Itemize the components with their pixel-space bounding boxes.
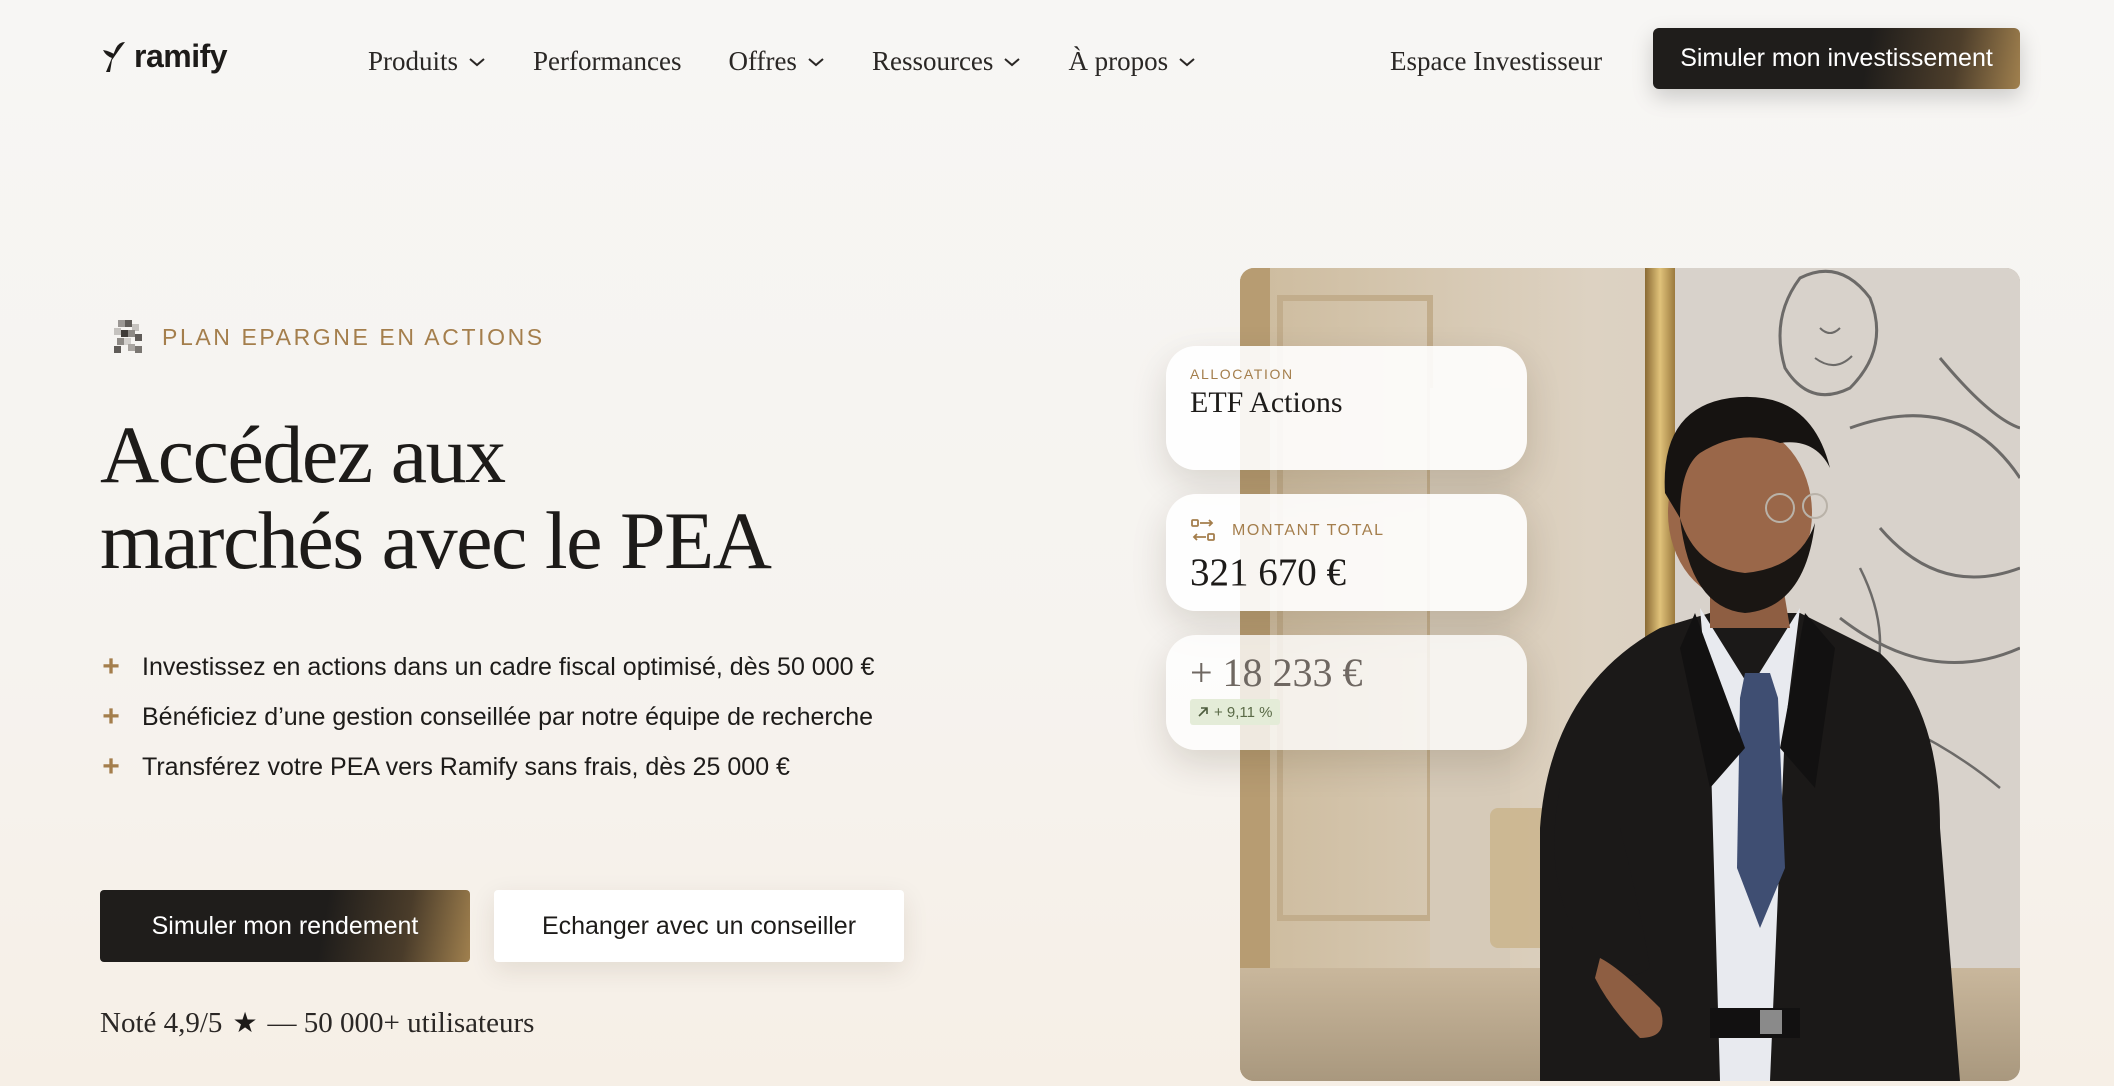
- plus-icon: +: [102, 750, 120, 783]
- benefit-text: Transférez votre PEA vers Ramify sans fr…: [142, 752, 790, 781]
- allocation-card: ALLOCATION ETF Actions: [1166, 346, 1527, 470]
- rating-score: Noté 4,9/5: [100, 1006, 223, 1039]
- allocation-label: ALLOCATION: [1190, 366, 1294, 382]
- menu-item-produits[interactable]: Produits: [368, 46, 486, 77]
- total-value: 321 670 €: [1190, 551, 1346, 594]
- plus-icon: +: [102, 650, 120, 683]
- gain-badge: + 9,11 %: [1190, 699, 1280, 725]
- menu-item-label: Offres: [728, 46, 797, 76]
- logo-text: ramify: [134, 38, 228, 74]
- transfer-icon: [1191, 519, 1215, 541]
- total-label: MONTANT TOTAL: [1232, 522, 1385, 539]
- list-item: + Investissez en actions dans un cadre f…: [100, 642, 874, 692]
- menu-item-a-propos[interactable]: À propos: [1068, 46, 1196, 77]
- menu-item-label: À propos: [1068, 46, 1169, 76]
- montant-total-card: MONTANT TOTAL 321 670 €: [1166, 494, 1527, 611]
- espace-investisseur-link[interactable]: Espace Investisseur: [1390, 46, 1602, 77]
- arrow-up-right-icon: [1198, 707, 1208, 717]
- hero-eyebrow: PLAN EPARGNE EN ACTIONS: [110, 318, 545, 356]
- list-item: + Transférez votre PEA vers Ramify sans …: [100, 742, 874, 792]
- simuler-rendement-button[interactable]: Simuler mon rendement: [100, 890, 470, 962]
- rating-users: — 50 000+ utilisateurs: [267, 1006, 535, 1039]
- chevron-down-icon: [469, 57, 485, 66]
- menu-item-label: Ressources: [871, 46, 994, 76]
- benefits-list: + Investissez en actions dans un cadre f…: [100, 642, 874, 792]
- pea-pixel-icon: [114, 320, 142, 353]
- top-navigation: ramify Produits Performances Offres Ress…: [0, 0, 2114, 130]
- chevron-down-icon: [1004, 57, 1021, 66]
- echanger-conseiller-button[interactable]: Echanger avec un conseiller: [494, 890, 904, 962]
- list-item: + Bénéficiez d’une gestion conseillée pa…: [100, 692, 874, 742]
- menu-item-label: Performances: [533, 46, 682, 76]
- headline-line-2: marchés avec le PEA: [100, 495, 772, 586]
- rating: Noté 4,9/5 ★ — 50 000+ utilisateurs: [100, 1006, 534, 1040]
- eyebrow-text: PLAN EPARGNE EN ACTIONS: [162, 323, 545, 350]
- menu-item-ressources[interactable]: Ressources: [872, 46, 1021, 77]
- gain-card: + 18 233 € + 9,11 %: [1166, 635, 1527, 750]
- benefit-text: Bénéficiez d’une gestion conseillée par …: [142, 702, 874, 731]
- menu-item-performances[interactable]: Performances: [533, 46, 681, 77]
- main-menu: Produits Performances Offres Ressources …: [368, 46, 1196, 77]
- gain-value: + 18 233 €: [1190, 650, 1363, 695]
- chevron-down-icon: [1179, 57, 1195, 66]
- gain-percent: + 9,11 %: [1214, 703, 1273, 721]
- ramify-logo[interactable]: ramify: [100, 38, 228, 75]
- menu-item-offres[interactable]: Offres: [728, 46, 824, 77]
- simuler-investissement-button[interactable]: Simuler mon investissement: [1653, 28, 2020, 89]
- chevron-down-icon: [808, 57, 824, 66]
- star-icon: ★: [232, 1008, 258, 1039]
- headline-line-1: Accédez aux: [100, 409, 506, 500]
- plus-icon: +: [102, 700, 120, 733]
- ramify-logo-icon: [103, 41, 125, 72]
- benefit-text: Investissez en actions dans un cadre fis…: [142, 652, 875, 681]
- allocation-value: ETF Actions: [1190, 386, 1343, 419]
- menu-item-label: Produits: [368, 46, 459, 76]
- page-title: Accédez aux marchés avec le PEA: [100, 412, 1000, 584]
